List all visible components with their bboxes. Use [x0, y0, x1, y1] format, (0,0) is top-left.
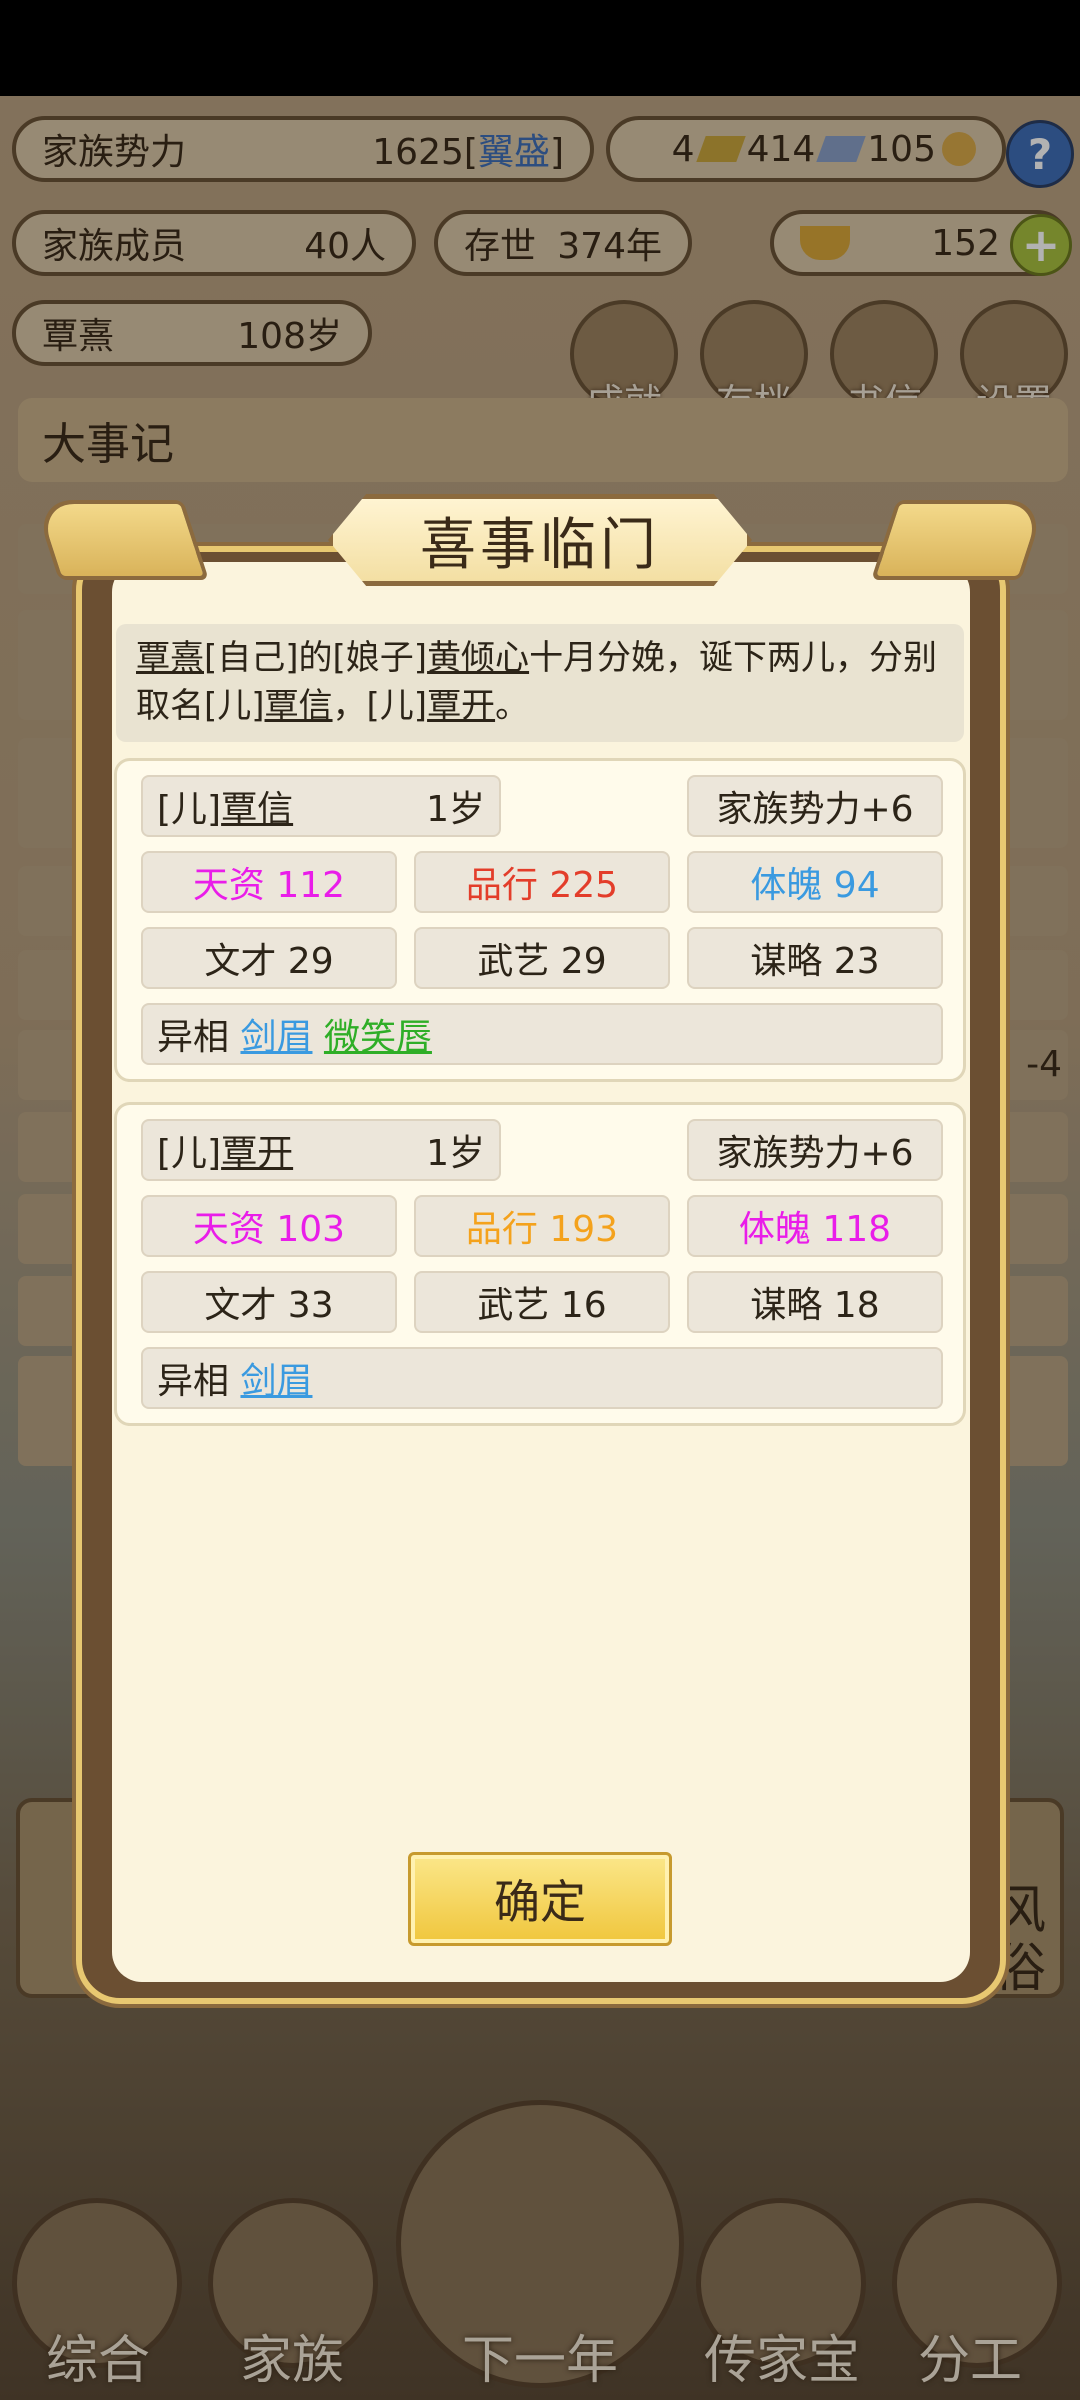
- physique-stat: 体魄 118: [687, 1195, 943, 1257]
- conduct-stat: 品行 193: [414, 1195, 670, 1257]
- strategy-stat: 谋略 18: [687, 1271, 943, 1333]
- family-power-bonus: 家族势力+6: [687, 1119, 943, 1181]
- child-card: [儿]覃信 1岁 家族势力+6 天资 112 品行 225 体魄 94 文才 2…: [114, 758, 966, 1082]
- literary-stat: 文才 29: [141, 927, 397, 989]
- martial-stat: 武艺 29: [414, 927, 670, 989]
- martial-stat: 武艺 16: [414, 1271, 670, 1333]
- family-power-bonus: 家族势力+6: [687, 775, 943, 837]
- child-name: 覃信: [221, 789, 294, 830]
- dialog-title: 喜事临门: [420, 512, 660, 578]
- child-name: 覃开: [221, 1133, 294, 1174]
- traits-label: 异相: [157, 1017, 230, 1058]
- strategy-stat: 谋略 23: [687, 927, 943, 989]
- child1-name-link[interactable]: 覃信: [265, 686, 333, 726]
- talent-stat: 天资 103: [141, 1195, 397, 1257]
- conduct-stat: 品行 225: [414, 851, 670, 913]
- traits-row: 异相 剑眉 微笑唇: [141, 1003, 943, 1065]
- mother-name-link[interactable]: 黄倾心: [427, 638, 529, 678]
- traits-row: 异相 剑眉: [141, 1347, 943, 1409]
- confirm-button[interactable]: 确定: [408, 1852, 672, 1946]
- physique-stat: 体魄 94: [687, 851, 943, 913]
- child-name-cell[interactable]: [儿]覃开 1岁: [141, 1119, 501, 1181]
- talent-stat: 天资 112: [141, 851, 397, 913]
- traits-label: 异相: [157, 1361, 230, 1402]
- trait-link[interactable]: 微笑唇: [324, 1008, 432, 1060]
- trait-link[interactable]: 剑眉: [240, 1352, 312, 1404]
- father-name-link[interactable]: 覃熹: [136, 638, 204, 678]
- child-age: 1岁: [426, 1133, 485, 1174]
- status-bar: [0, 0, 1080, 96]
- child-age: 1岁: [426, 789, 485, 830]
- birth-message: 覃熹[自己]的[娘子]黄倾心十月分娩，诞下两儿，分别取名[儿]覃信，[儿]覃开。: [116, 624, 964, 742]
- dialog-left-corner-ornament: [33, 500, 209, 580]
- child-card: [儿]覃开 1岁 家族势力+6 天资 103 品行 193 体魄 118 文才 …: [114, 1102, 966, 1426]
- trait-link[interactable]: 剑眉: [240, 1008, 312, 1060]
- dialog-title-plate: 喜事临门: [328, 494, 752, 586]
- literary-stat: 文才 33: [141, 1271, 397, 1333]
- dialog-right-corner-ornament: [871, 500, 1047, 580]
- child-name-cell[interactable]: [儿]覃信 1岁: [141, 775, 501, 837]
- child2-name-link[interactable]: 覃开: [427, 686, 495, 726]
